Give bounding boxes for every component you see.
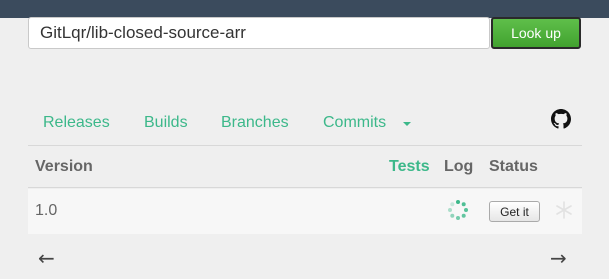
tab-bar: Releases Builds Branches Commits [28, 104, 582, 144]
column-header-tests[interactable]: Tests [389, 158, 430, 176]
caret-down-icon[interactable] [403, 122, 411, 126]
look-up-button[interactable]: Look up [491, 17, 581, 49]
tab-builds[interactable]: Builds [144, 114, 188, 132]
table-row: 1.0 Get it [28, 189, 582, 234]
table-header: Version Tests Log Status [28, 146, 582, 188]
column-header-status: Status [489, 158, 538, 175]
github-icon[interactable] [551, 109, 571, 129]
column-header-version: Version [35, 158, 93, 175]
get-it-button[interactable]: Get it [489, 201, 540, 222]
repo-search-input[interactable] [28, 17, 490, 49]
versions-table: Version Tests Log Status 1.0 Get it [28, 145, 582, 234]
tab-commits[interactable]: Commits [323, 114, 386, 132]
loading-spinner-icon[interactable] [447, 199, 469, 221]
top-bar [0, 0, 609, 18]
version-cell: 1.0 [35, 202, 58, 219]
snowflake-icon [556, 201, 572, 219]
tab-releases[interactable]: Releases [43, 114, 110, 132]
previous-page-arrow[interactable]: ← [38, 246, 55, 270]
tab-branches[interactable]: Branches [221, 114, 289, 132]
column-header-log: Log [444, 158, 474, 175]
next-page-arrow[interactable]: → [550, 246, 567, 270]
